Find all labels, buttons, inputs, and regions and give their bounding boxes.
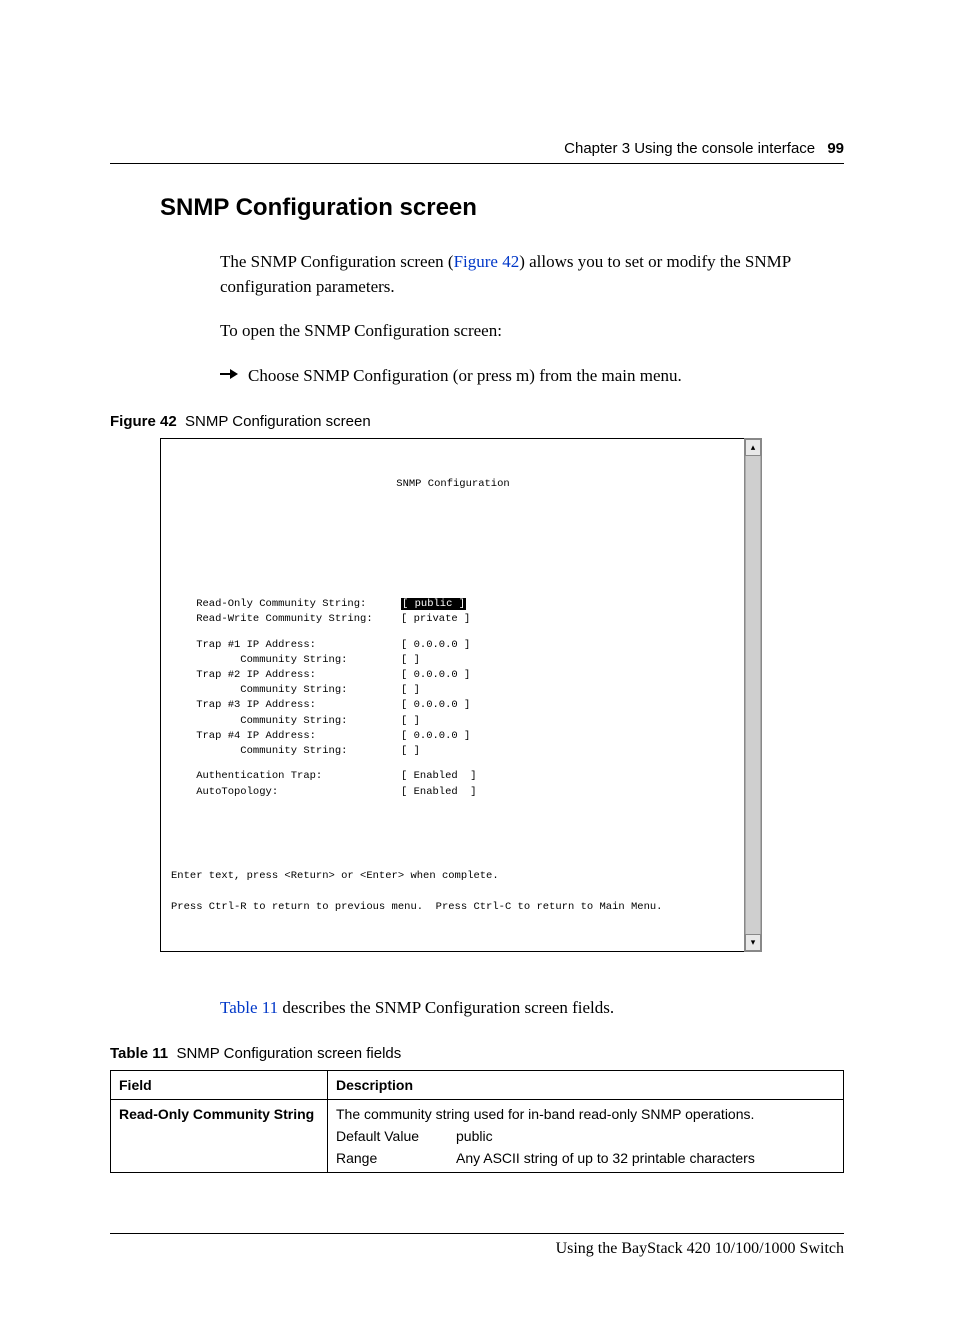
footer-text: Using the BayStack 420 10/100/1000 Switc… <box>110 1240 844 1258</box>
table-row: Read-Only Community String The community… <box>111 1100 844 1173</box>
console-label: Read-Write Community String: <box>171 612 401 627</box>
table-xref[interactable]: Table 11 <box>220 998 278 1017</box>
console-value: [ 0.0.0.0 ] <box>401 729 470 744</box>
console-row: Community String:[ ] <box>171 714 735 729</box>
console-screenshot: SNMP Configuration Read-Only Community S… <box>160 438 746 953</box>
console-label: Trap #4 IP Address: <box>171 729 401 744</box>
console-label: Community String: <box>171 653 401 668</box>
console-row: Community String:[ ] <box>171 653 735 668</box>
console-label: Trap #1 IP Address: <box>171 638 401 653</box>
console-row: Trap #1 IP Address:[ 0.0.0.0 ] <box>171 638 735 653</box>
console-row: Trap #2 IP Address:[ 0.0.0.0 ] <box>171 668 735 683</box>
console-label: Trap #3 IP Address: <box>171 698 401 713</box>
console-value: [ ] <box>401 744 420 759</box>
console-row: Read-Write Community String:[ private ] <box>171 612 735 627</box>
console-row: Community String:[ ] <box>171 744 735 759</box>
intro-paragraph: The SNMP Configuration screen (Figure 42… <box>220 250 844 299</box>
table-lead-paragraph: Table 11 describes the SNMP Configuratio… <box>220 996 844 1021</box>
th-description: Description <box>328 1071 844 1100</box>
table-caption: Table 11 SNMP Configuration screen field… <box>110 1045 844 1062</box>
console-value: [ Enabled ] <box>401 769 477 784</box>
step-text: Choose SNMP Configuration (or press m) f… <box>248 364 682 389</box>
running-head: Chapter 3 Using the console interface 99 <box>110 140 844 157</box>
console-label: Community String: <box>171 714 401 729</box>
console-row: Trap #3 IP Address:[ 0.0.0.0 ] <box>171 698 735 713</box>
scroll-down-icon[interactable]: ▾ <box>745 934 761 951</box>
console-row: AutoTopology:[ Enabled ] <box>171 785 735 800</box>
console-row: Read-Only Community String:[ public ] <box>171 597 735 612</box>
rule-top <box>110 163 844 164</box>
page-number: 99 <box>827 140 844 157</box>
arrow-right-icon <box>220 368 238 380</box>
console-label: AutoTopology: <box>171 785 401 800</box>
chapter-title: Chapter 3 Using the console interface <box>564 140 815 157</box>
console-value: [ private ] <box>401 612 470 627</box>
vertical-scrollbar[interactable]: ▴ ▾ <box>744 438 762 953</box>
console-value: [ 0.0.0.0 ] <box>401 698 470 713</box>
console-label: Authentication Trap: <box>171 769 401 784</box>
console-label: Community String: <box>171 683 401 698</box>
console-value: [ 0.0.0.0 ] <box>401 668 470 683</box>
console-value: [ 0.0.0.0 ] <box>401 638 470 653</box>
open-instruction: To open the SNMP Configuration screen: <box>220 319 844 344</box>
figure-xref[interactable]: Figure 42 <box>454 252 520 271</box>
console-label: Read-Only Community String: <box>171 597 401 612</box>
console-label: Community String: <box>171 744 401 759</box>
section-heading: SNMP Configuration screen <box>160 194 844 222</box>
field-desc: The community string used for in-band re… <box>336 1106 835 1122</box>
figure-caption: Figure 42 SNMP Configuration screen <box>110 413 844 430</box>
console-label: Trap #2 IP Address: <box>171 668 401 683</box>
console-row: Authentication Trap:[ Enabled ] <box>171 769 735 784</box>
console-value: [ public ] <box>401 597 466 612</box>
console-value: [ ] <box>401 683 420 698</box>
rule-bottom <box>110 1233 844 1234</box>
console-row: Trap #4 IP Address:[ 0.0.0.0 ] <box>171 729 735 744</box>
step-bullet: Choose SNMP Configuration (or press m) f… <box>220 364 844 389</box>
th-field: Field <box>111 1071 328 1100</box>
field-name: Read-Only Community String <box>119 1106 314 1122</box>
fields-table: Field Description Read-Only Community St… <box>110 1070 844 1173</box>
console-value: [ Enabled ] <box>401 785 477 800</box>
console-help1: Enter text, press <Return> or <Enter> wh… <box>171 869 735 884</box>
console-row: Community String:[ ] <box>171 683 735 698</box>
console-value: [ ] <box>401 653 420 668</box>
scroll-up-icon[interactable]: ▴ <box>745 439 761 456</box>
console-title: SNMP Configuration <box>171 477 735 492</box>
console-help2: Press Ctrl-R to return to previous menu.… <box>171 900 735 915</box>
console-value: [ ] <box>401 714 420 729</box>
